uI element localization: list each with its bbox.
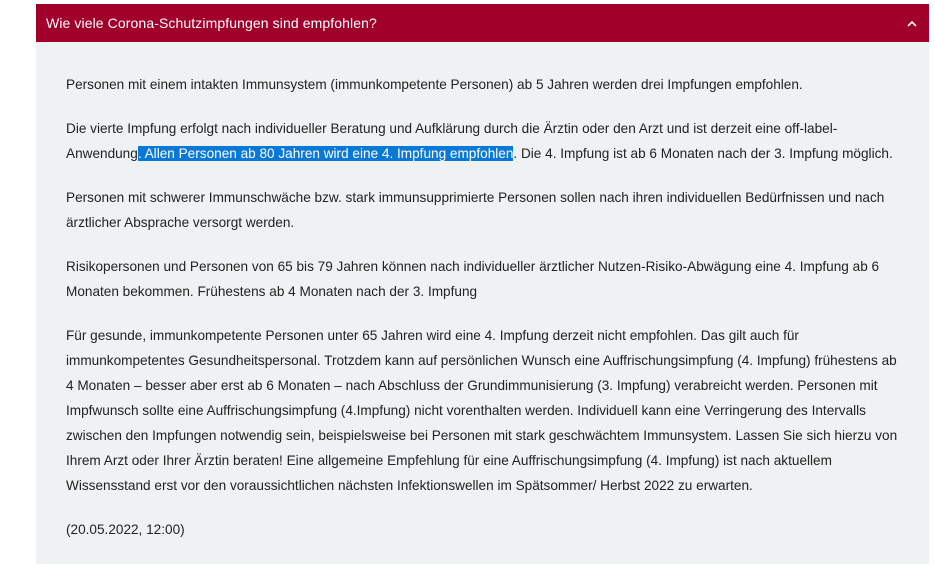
accordion-header[interactable]: Wie viele Corona-Schutzimpfungen sind em… (36, 4, 929, 42)
faq-accordion: Wie viele Corona-Schutzimpfungen sind em… (36, 4, 929, 564)
accordion-title[interactable]: Wie viele Corona-Schutzimpfungen sind em… (46, 15, 377, 31)
paragraph-text: . Die 4. Impfung ist ab 6 Monaten nach d… (513, 146, 893, 161)
paragraph-risk-persons: Risikopersonen und Personen von 65 bis 7… (66, 259, 880, 299)
paragraph-healthy-persons: Für gesunde, immunkompetente Personen un… (66, 328, 898, 493)
accordion-body: Personen mit einem intakten Immunsystem … (36, 42, 929, 542)
paragraph-immunocompetent: Personen mit einem intakten Immunsystem … (66, 77, 803, 92)
selected-text: . Allen Personen ab 80 Jahren wird eine … (137, 146, 514, 161)
timestamp: (20.05.2022, 12:00) (66, 522, 185, 537)
paragraph-fourth-vaccination: Die vierte Impfung erfolgt nach individu… (66, 116, 899, 166)
paragraph-immunodeficiency: Personen mit schwerer Immunschwäche bzw.… (66, 190, 885, 230)
chevron-up-icon[interactable] (905, 16, 919, 30)
